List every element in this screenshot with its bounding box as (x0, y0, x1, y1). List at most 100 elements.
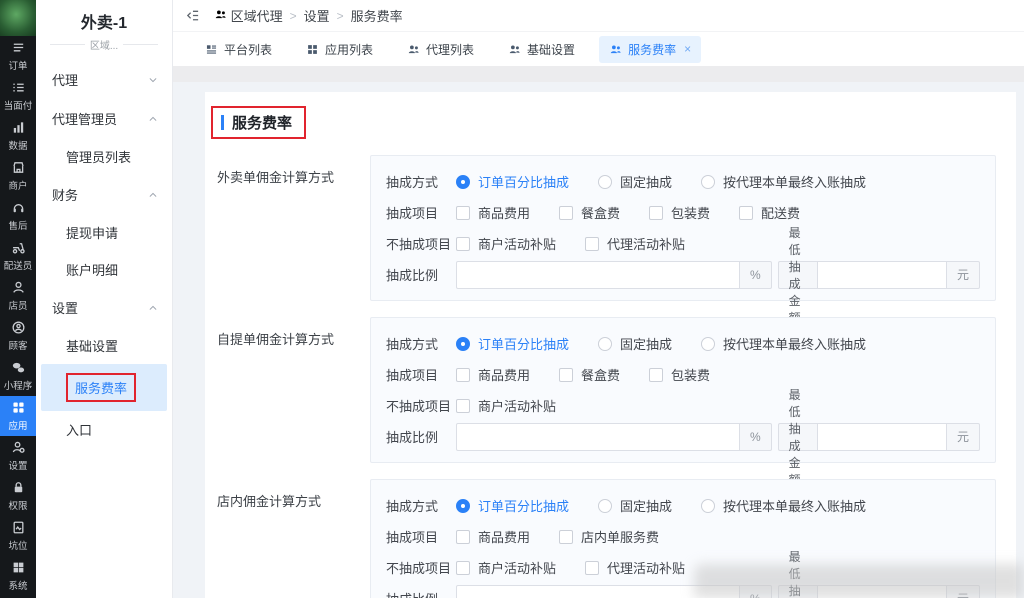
collapse-sidebar-icon[interactable] (185, 8, 200, 23)
radio-label: 按代理本单最终入账抽成 (723, 334, 866, 353)
menu-group-finance[interactable]: 财务 (36, 175, 172, 214)
form-box-pickup: 抽成方式订单百分比抽成固定抽成按代理本单最终入账抽成抽成项目商品费用餐盒费包装费… (370, 317, 996, 463)
sidebar-item-admin-list[interactable]: 管理员列表 (36, 138, 172, 175)
checkbox-option[interactable]: 商品费用 (456, 527, 530, 546)
checkbox-option[interactable]: 商品费用 (456, 203, 530, 222)
items-row: 抽成项目商品费用餐盒费包装费配送费 (386, 197, 980, 228)
radio-option[interactable]: 订单百分比抽成 (456, 172, 569, 191)
ratio-input[interactable] (456, 261, 740, 289)
rail-item-label: 设置 (9, 457, 28, 471)
rail-item-orders[interactable]: 订单 (0, 36, 36, 76)
ratio-input[interactable] (456, 423, 740, 451)
min-amount-input[interactable] (817, 423, 947, 451)
row-label: 抽成比例 (386, 265, 456, 284)
checkbox-icon (585, 237, 599, 251)
rail-item-face-pay[interactable]: 当面付 (0, 76, 36, 116)
checkbox-icon (456, 237, 470, 251)
rail-item-apps[interactable]: 应用 (0, 396, 36, 436)
radio-option[interactable]: 订单百分比抽成 (456, 496, 569, 515)
checkbox-option[interactable]: 商品费用 (456, 365, 530, 384)
content-area: 服务费率 外卖单佣金计算方式抽成方式订单百分比抽成固定抽成按代理本单最终入账抽成… (173, 82, 1024, 598)
menu-group-agent-admin[interactable]: 代理管理员 (36, 99, 172, 138)
rail-item-slots[interactable]: 坑位 (0, 516, 36, 556)
order-list-icon (11, 40, 26, 55)
checkbox-option[interactable]: 商户活动补贴 (456, 396, 556, 415)
tab-service-rate[interactable]: 服务费率× (599, 36, 701, 63)
settings-card: 服务费率 外卖单佣金计算方式抽成方式订单百分比抽成固定抽成按代理本单最终入账抽成… (205, 92, 1016, 598)
page-title-annotation-box: 服务费率 (211, 106, 306, 139)
checkbox-icon (585, 561, 599, 575)
checkbox-label: 代理活动补贴 (607, 558, 685, 577)
tab-label: 平台列表 (224, 41, 272, 58)
menu-group-settings[interactable]: 设置 (36, 288, 172, 327)
rail-item-system[interactable]: 系统 (0, 556, 36, 596)
sidebar-item-entrance[interactable]: 入口 (36, 411, 172, 448)
radio-option[interactable]: 固定抽成 (598, 496, 672, 515)
rail-item-label: 订单 (9, 57, 28, 71)
radio-label: 订单百分比抽成 (478, 496, 569, 515)
rail-item-label: 配送员 (4, 257, 33, 271)
checkbox-icon (649, 206, 663, 220)
row-label: 抽成比例 (386, 589, 456, 598)
min-amount-group: 最低抽成金额元 (772, 423, 980, 451)
breadcrumb-item[interactable]: 区域代理 (214, 6, 283, 25)
radio-option[interactable]: 订单百分比抽成 (456, 334, 569, 353)
breadcrumb-item[interactable]: 设置 (304, 6, 330, 25)
sidebar-item-withdraw-request[interactable]: 提现申请 (36, 214, 172, 251)
items-row: 抽成项目商品费用店内单服务费 (386, 521, 980, 552)
rail-item-label: 售后 (9, 217, 28, 231)
radio-option[interactable]: 按代理本单最终入账抽成 (701, 496, 866, 515)
yuan-addon: 元 (947, 261, 980, 289)
breadcrumb-separator: > (290, 9, 297, 23)
min-amount-group: 最低抽成金额元 (772, 261, 980, 289)
tab-bar: 平台列表 应用列表代理列表 基础设置 服务费率× (173, 32, 1024, 66)
radio-icon (701, 337, 715, 351)
checkbox-option[interactable]: 代理活动补贴 (585, 558, 685, 577)
checkbox-option[interactable]: 商户活动补贴 (456, 558, 556, 577)
sidebar-item-service-rate[interactable]: 服务费率 (41, 364, 167, 411)
rail-item-settings[interactable]: 设置 (0, 436, 36, 476)
radio-option[interactable]: 固定抽成 (598, 334, 672, 353)
system-windows-icon (11, 560, 26, 575)
tab-platform-list[interactable]: 平台列表 (195, 36, 282, 63)
tab-app-list[interactable]: 应用列表 (296, 36, 383, 63)
sidebar-item-account-detail[interactable]: 账户明细 (36, 251, 172, 288)
min-amount-input[interactable] (817, 261, 947, 289)
sidebar-item-basic-settings[interactable]: 基础设置 (36, 327, 172, 364)
radio-option[interactable]: 固定抽成 (598, 172, 672, 191)
rail-item-merchant[interactable]: 商户 (0, 156, 36, 196)
tab-basic-settings[interactable]: 基础设置 (498, 36, 585, 63)
excluded-row: 不抽成项目商户活动补贴代理活动补贴 (386, 228, 980, 259)
rail-item-mini-program[interactable]: 小程序 (0, 356, 36, 396)
breadcrumb-item[interactable]: 服务费率 (351, 6, 403, 25)
rail-item-staff[interactable]: 店员 (0, 276, 36, 316)
rail-item-courier[interactable]: 配送员 (0, 236, 36, 276)
checkbox-option[interactable]: 商户活动补贴 (456, 234, 556, 253)
checkbox-label: 商户活动补贴 (478, 234, 556, 253)
rail-item-permissions[interactable]: 权限 (0, 476, 36, 516)
rail-item-label: 数据 (9, 137, 28, 151)
checkbox-option[interactable]: 配送费 (739, 203, 800, 222)
menu-group-label: 财务 (52, 185, 78, 204)
radio-option[interactable]: 按代理本单最终入账抽成 (701, 334, 866, 353)
checkbox-option[interactable]: 包装费 (649, 203, 710, 222)
checkbox-label: 商品费用 (478, 203, 530, 222)
radio-icon (598, 337, 612, 351)
checkbox-option[interactable]: 餐盒费 (559, 203, 620, 222)
chevron-up-icon (148, 303, 158, 313)
rail-item-customer[interactable]: 顾客 (0, 316, 36, 356)
ratio-row: 抽成比例%最低抽成金额元 (386, 421, 980, 452)
people-icon (407, 43, 420, 56)
tab-label: 基础设置 (527, 41, 575, 58)
tab-agent-list[interactable]: 代理列表 (397, 36, 484, 63)
section-pickup: 自提单佣金计算方式抽成方式订单百分比抽成固定抽成按代理本单最终入账抽成抽成项目商… (217, 317, 996, 463)
checkbox-option[interactable]: 包装费 (649, 365, 710, 384)
rail-item-data[interactable]: 数据 (0, 116, 36, 156)
close-icon[interactable]: × (684, 42, 691, 56)
rail-item-after-sales[interactable]: 售后 (0, 196, 36, 236)
checkbox-option[interactable]: 代理活动补贴 (585, 234, 685, 253)
checkbox-option[interactable]: 餐盒费 (559, 365, 620, 384)
radio-option[interactable]: 按代理本单最终入账抽成 (701, 172, 866, 191)
checkbox-option[interactable]: 店内单服务费 (559, 527, 659, 546)
menu-group-agent[interactable]: 代理 (36, 60, 172, 99)
